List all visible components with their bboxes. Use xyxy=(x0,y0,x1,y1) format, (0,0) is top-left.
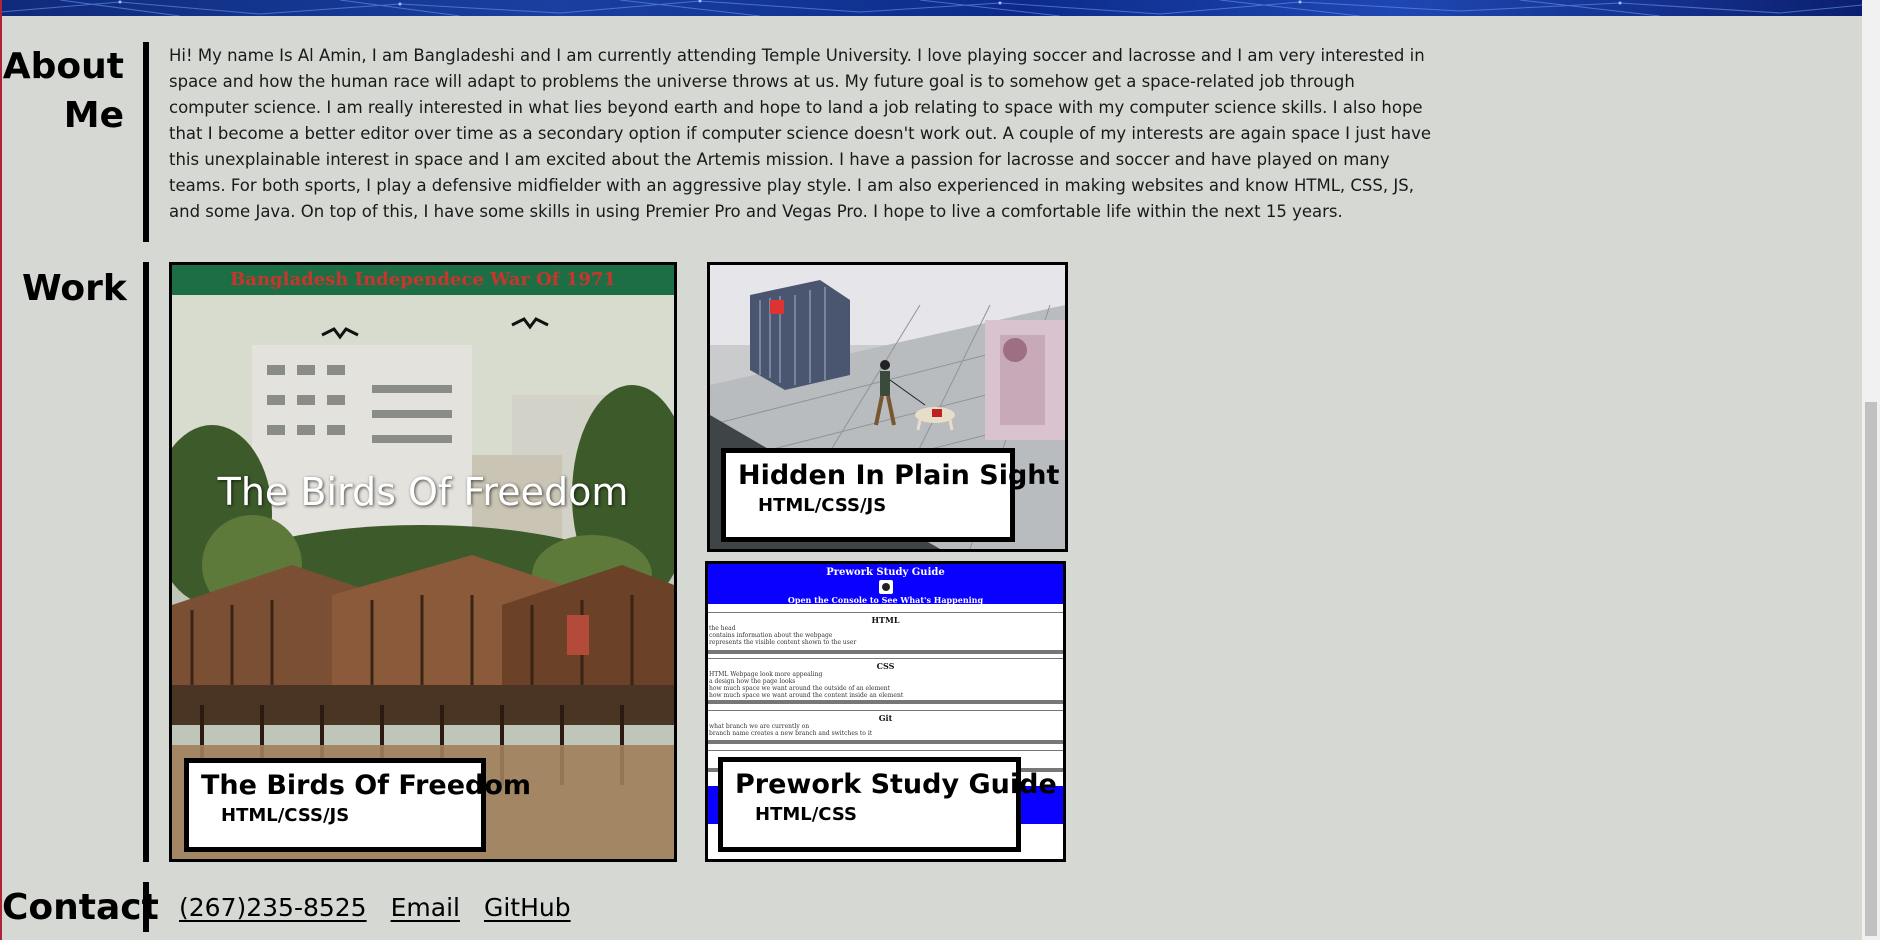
project-title: Hidden In Plain Sight xyxy=(738,460,1060,491)
work-divider xyxy=(143,262,149,862)
left-edge-accent xyxy=(0,0,2,940)
project-label-hidden: Hidden In Plain Sight HTML/CSS/JS xyxy=(721,448,1060,542)
network-pattern-graphic xyxy=(0,0,1862,16)
prework-section-git: Git what branch we are currently on bran… xyxy=(708,710,1063,744)
project-tech: HTML/CSS/JS xyxy=(758,495,887,516)
logo-icon xyxy=(878,580,893,594)
project-tech: HTML/CSS/JS xyxy=(221,805,350,826)
github-link[interactable]: GitHub xyxy=(484,893,571,922)
contact-links: (267)235-8525 Email GitHub xyxy=(179,893,571,922)
prework-preview-header: Prework Study Guide Open the Console to … xyxy=(708,564,1063,605)
project-tech: HTML/CSS xyxy=(755,804,857,825)
contact-heading: Contact xyxy=(2,887,159,928)
project-label-birds: The Birds Of Freedom HTML/CSS/JS xyxy=(184,758,532,852)
page-scrollbar[interactable] xyxy=(1862,0,1880,940)
work-heading: Work xyxy=(22,268,127,309)
contact-divider xyxy=(143,882,149,932)
project-card-prework-study-guide[interactable]: Prework Study Guide Open the Console to … xyxy=(705,561,1066,862)
about-paragraph: Hi! My name Is Al Amin, I am Bangladeshi… xyxy=(169,46,1432,221)
about-divider xyxy=(143,42,149,242)
prework-section-html: HTML the head contains information about… xyxy=(708,612,1063,654)
project-card-hidden-in-plain-sight[interactable]: Hidden In Plain Sight HTML/CSS/JS xyxy=(707,262,1068,552)
prework-section-css: CSS HTML Webpage look more appealing a d… xyxy=(708,658,1063,704)
email-link[interactable]: Email xyxy=(391,893,460,922)
project-title: The Birds Of Freedom xyxy=(201,770,532,801)
project-label-prework: Prework Study Guide HTML/CSS xyxy=(718,757,1057,852)
header-banner xyxy=(0,0,1862,16)
portfolio-page: About Me Hi! My name Is Al Amin, I am Ba… xyxy=(0,0,1880,940)
phone-link[interactable]: (267)235-8525 xyxy=(179,893,367,922)
project-title: Prework Study Guide xyxy=(735,769,1057,800)
birds-image-top-title: Bangladesh Independece War Of 1971 xyxy=(172,265,674,295)
scrollbar-thumb[interactable] xyxy=(1865,402,1877,936)
birds-image-overlay-title: The Birds Of Freedom xyxy=(217,470,629,514)
project-card-birds-of-freedom[interactable]: Bangladesh Independece War Of 1971 The B… xyxy=(169,262,677,862)
about-heading: About Me xyxy=(2,46,124,136)
